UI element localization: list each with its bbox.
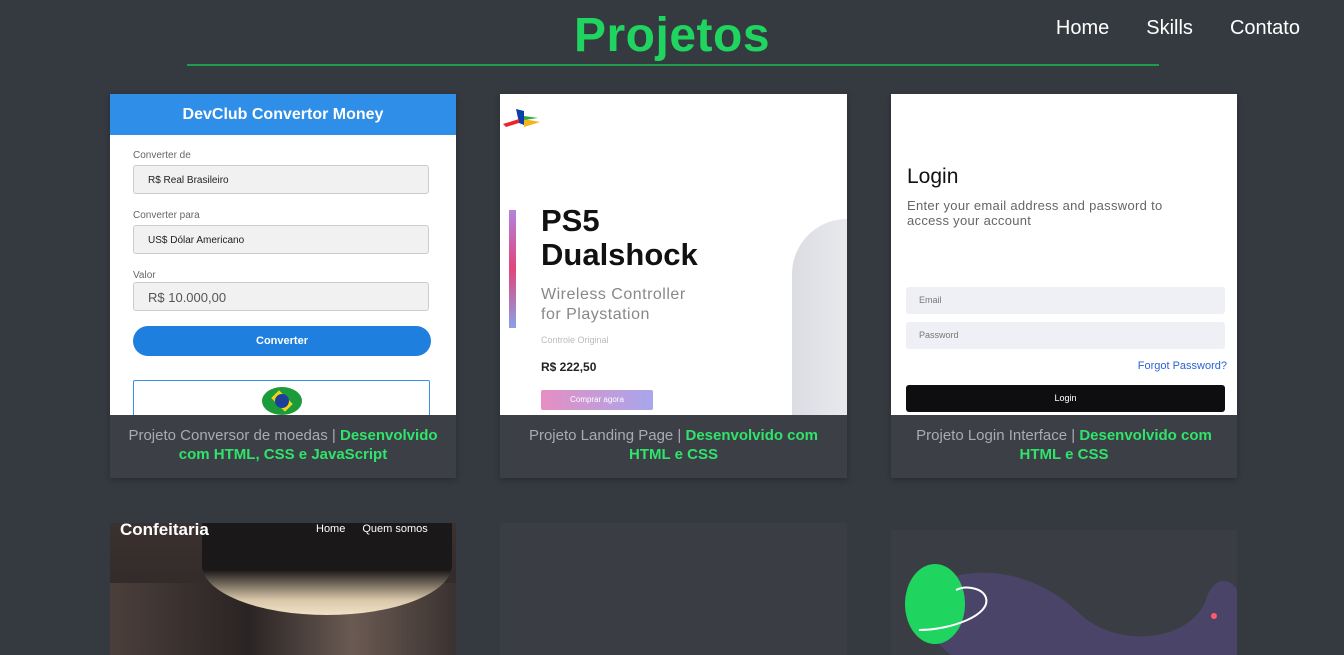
preview-password-field: Password xyxy=(906,322,1225,349)
preview-subtitle-line: Wireless Controller xyxy=(541,286,686,303)
preview-select: US$ Dólar Americano xyxy=(133,225,429,254)
nav-home-link[interactable]: Home xyxy=(1056,17,1109,40)
project-preview-image[interactable]: PS5 Dualshock Wireless Controller for Pl… xyxy=(500,94,847,415)
caption-text: Projeto Conversor de moedas | xyxy=(128,427,340,444)
project-preview-image[interactable]: DevClub Convertor Money Converter de R$ … xyxy=(110,94,456,415)
project-caption: Projeto Conversor de moedas | Desenvolvi… xyxy=(110,426,456,464)
preview-email-field: Email xyxy=(906,287,1225,314)
preview-subtitle: Enter your email address and password to… xyxy=(907,198,1163,228)
preview-small-text: Controle Original xyxy=(541,335,609,345)
project-card-planet[interactable] xyxy=(891,530,1237,655)
project-card-login[interactable]: Login Enter your email address and passw… xyxy=(891,94,1237,478)
preview-price: R$ 222,50 xyxy=(541,360,597,374)
brazil-flag-icon xyxy=(262,387,302,415)
controller-image xyxy=(792,219,847,415)
preview-title-line: PS5 xyxy=(541,203,600,238)
caption-text: Projeto Landing Page | xyxy=(528,427,686,444)
preview-result-box xyxy=(133,380,430,415)
preview-label: Converter de xyxy=(133,150,191,161)
preview-title: Login xyxy=(907,165,959,188)
preview-label: Valor xyxy=(133,270,156,281)
nav-skills-link[interactable]: Skills xyxy=(1146,17,1193,40)
preview-title-line: Dualshock xyxy=(541,237,698,272)
preview-label: Converter para xyxy=(133,210,200,221)
preview-nav-item: Home xyxy=(316,523,346,535)
project-card-conversor[interactable]: DevClub Convertor Money Converter de R$ … xyxy=(110,94,456,478)
preview-button: Converter xyxy=(133,326,431,356)
preview-input: R$ 10.000,00 xyxy=(133,282,429,311)
accent-bar xyxy=(509,210,516,328)
preview-logo: Confeitaria xyxy=(120,523,209,539)
preview-subtitle-line: for Playstation xyxy=(541,306,650,323)
preview-heading: DevClub Convertor Money xyxy=(110,94,456,135)
top-nav: Home Skills Contato xyxy=(1056,17,1300,40)
preview-title: PS5 Dualshock xyxy=(541,204,698,272)
preview-subtitle: Wireless Controller for Playstation xyxy=(541,285,686,325)
preview-button: Comprar agora xyxy=(541,390,653,410)
caption-text: Projeto Login Interface | xyxy=(916,427,1080,444)
project-preview-image[interactable]: Login Enter your email address and passw… xyxy=(891,94,1237,415)
project-caption: Projeto Login Interface | Desenvolvido c… xyxy=(891,426,1237,464)
project-card-confeitaria[interactable]: Confeitaria Home Quem somos xyxy=(110,523,456,655)
preview-nav-item: Quem somos xyxy=(362,523,428,535)
project-card-landing-page[interactable]: PS5 Dualshock Wireless Controller for Pl… xyxy=(500,94,847,478)
preview-select: R$ Real Brasileiro xyxy=(133,165,429,194)
preview-nav: Home Quem somos xyxy=(316,523,428,535)
nav-contato-link[interactable]: Contato xyxy=(1230,17,1300,40)
preview-forgot-link: Forgot Password? xyxy=(1137,360,1227,372)
project-card-placeholder[interactable] xyxy=(500,523,847,655)
title-underline xyxy=(187,64,1159,66)
project-caption: Projeto Landing Page | Desenvolvido com … xyxy=(500,426,847,464)
playstation-logo-icon xyxy=(503,109,540,127)
preview-button: Login xyxy=(906,385,1225,412)
planet-illustration-icon xyxy=(905,564,1237,655)
